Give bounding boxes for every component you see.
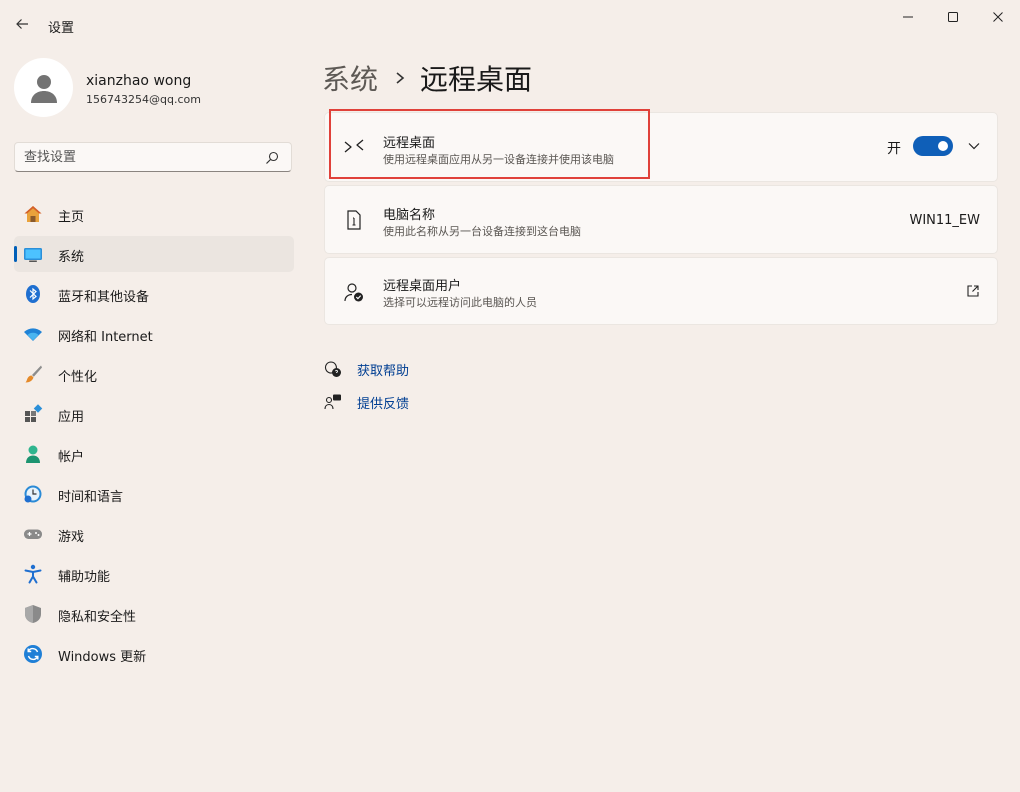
- sidebar-item-label: 系统: [58, 250, 85, 265]
- sidebar-item-label: 个性化: [58, 370, 98, 385]
- sidebar-nav: 主页 系统 蓝牙和其他设备 网络和 Internet 个性化 应用 帐户 时间和…: [14, 196, 294, 676]
- sidebar-item-label: 辅助功能: [58, 570, 111, 585]
- sidebar-item-system[interactable]: 系统: [14, 236, 294, 272]
- sidebar-item-home[interactable]: 主页: [14, 196, 294, 232]
- title-bar: 设置: [0, 0, 1020, 46]
- sidebar-item-label: 蓝牙和其他设备: [58, 290, 150, 305]
- sidebar-item-personalization[interactable]: 个性化: [14, 356, 294, 392]
- user-name: xianzhao wong: [86, 73, 192, 89]
- search-icon[interactable]: [265, 151, 279, 165]
- feedback-label: 提供反馈: [357, 396, 410, 412]
- user-check-icon: [343, 281, 365, 303]
- avatar[interactable]: [14, 58, 73, 117]
- card-title: 远程桌面: [383, 136, 436, 151]
- breadcrumb: 系统 远程桌面: [322, 58, 532, 98]
- system-icon: [23, 244, 43, 264]
- pc-name-card[interactable]: 电脑名称 使用此名称从另一台设备连接到这台电脑 WIN11_EW: [324, 185, 998, 254]
- remote-desktop-card[interactable]: 远程桌面 使用远程桌面应用从另一设备连接并使用该电脑 开: [324, 112, 998, 182]
- bluetooth-icon: [23, 284, 43, 304]
- user-avatar-icon: [30, 74, 57, 103]
- close-icon: [993, 12, 1003, 22]
- sidebar-item-label: 网络和 Internet: [58, 330, 153, 345]
- get-help-link[interactable]: 获取帮助: [324, 359, 409, 379]
- home-icon: [23, 204, 43, 224]
- toggle-knob: [938, 141, 948, 151]
- sidebar-item-accounts[interactable]: 帐户: [14, 436, 294, 472]
- feedback-icon: [324, 393, 342, 411]
- sidebar-item-label: 帐户: [58, 450, 85, 465]
- sidebar-item-accessibility[interactable]: 辅助功能: [14, 556, 294, 592]
- search-input[interactable]: [24, 148, 254, 166]
- search-box[interactable]: [14, 142, 292, 172]
- settings-window: 设置 xianzhao wong 156743254@qq.com 查找设置 主…: [0, 0, 1020, 792]
- time-language-icon: [23, 484, 43, 504]
- sidebar-item-label: 隐私和安全性: [58, 610, 137, 625]
- breadcrumb-parent[interactable]: 系统: [322, 58, 378, 98]
- toggle-state-label: 开: [887, 141, 901, 157]
- external-link-icon[interactable]: [966, 284, 980, 298]
- sidebar-item-time-language[interactable]: 时间和语言: [14, 476, 294, 512]
- chevron-right-icon: [396, 72, 405, 84]
- back-arrow-icon: [16, 19, 28, 29]
- help-chat-icon: [324, 360, 342, 378]
- sidebar-item-label: 主页: [58, 210, 85, 225]
- remote-users-card[interactable]: 远程桌面用户 选择可以远程访问此电脑的人员: [324, 257, 998, 325]
- feedback-link[interactable]: 提供反馈: [324, 392, 409, 412]
- chevron-down-icon[interactable]: [967, 139, 981, 153]
- sidebar-item-gaming[interactable]: 游戏: [14, 516, 294, 552]
- sidebar-item-label: 时间和语言: [58, 490, 124, 505]
- card-title: 电脑名称: [383, 208, 436, 223]
- brush-icon: [23, 364, 43, 384]
- minimize-button[interactable]: [886, 4, 930, 30]
- maximize-icon: [948, 12, 958, 22]
- card-description: 使用远程桌面应用从另一设备连接并使用该电脑: [383, 153, 614, 166]
- account-icon: [23, 444, 43, 464]
- get-help-label: 获取帮助: [357, 363, 410, 379]
- sidebar-item-label: 游戏: [58, 530, 85, 545]
- pc-name-value: WIN11_EW: [909, 213, 980, 228]
- shield-icon: [23, 604, 43, 624]
- sidebar-item-apps[interactable]: 应用: [14, 396, 294, 432]
- sidebar-item-network[interactable]: 网络和 Internet: [14, 316, 294, 352]
- sidebar-item-privacy[interactable]: 隐私和安全性: [14, 596, 294, 632]
- sidebar-item-windows-update[interactable]: Windows 更新: [14, 636, 294, 672]
- gamepad-icon: [23, 524, 43, 544]
- card-description: 选择可以远程访问此电脑的人员: [383, 296, 537, 309]
- page-title: 远程桌面: [420, 63, 533, 96]
- accessibility-icon: [23, 564, 43, 584]
- close-button[interactable]: [976, 4, 1020, 30]
- sidebar-item-bluetooth[interactable]: 蓝牙和其他设备: [14, 276, 294, 312]
- pc-name-icon: [343, 209, 365, 231]
- update-icon: [23, 644, 43, 664]
- wifi-icon: [23, 324, 43, 344]
- remote-desktop-toggle[interactable]: [913, 136, 953, 156]
- app-title: 设置: [48, 21, 75, 36]
- maximize-button[interactable]: [931, 4, 975, 30]
- card-title: 远程桌面用户: [383, 279, 462, 294]
- apps-icon: [23, 404, 43, 424]
- user-email: 156743254@qq.com: [86, 93, 201, 106]
- minimize-icon: [903, 16, 913, 18]
- sidebar-item-label: Windows 更新: [58, 650, 147, 665]
- remote-desktop-icon: [343, 137, 365, 159]
- card-description: 使用此名称从另一台设备连接到这台电脑: [383, 225, 581, 238]
- back-button[interactable]: [10, 12, 34, 36]
- sidebar-item-label: 应用: [58, 410, 85, 425]
